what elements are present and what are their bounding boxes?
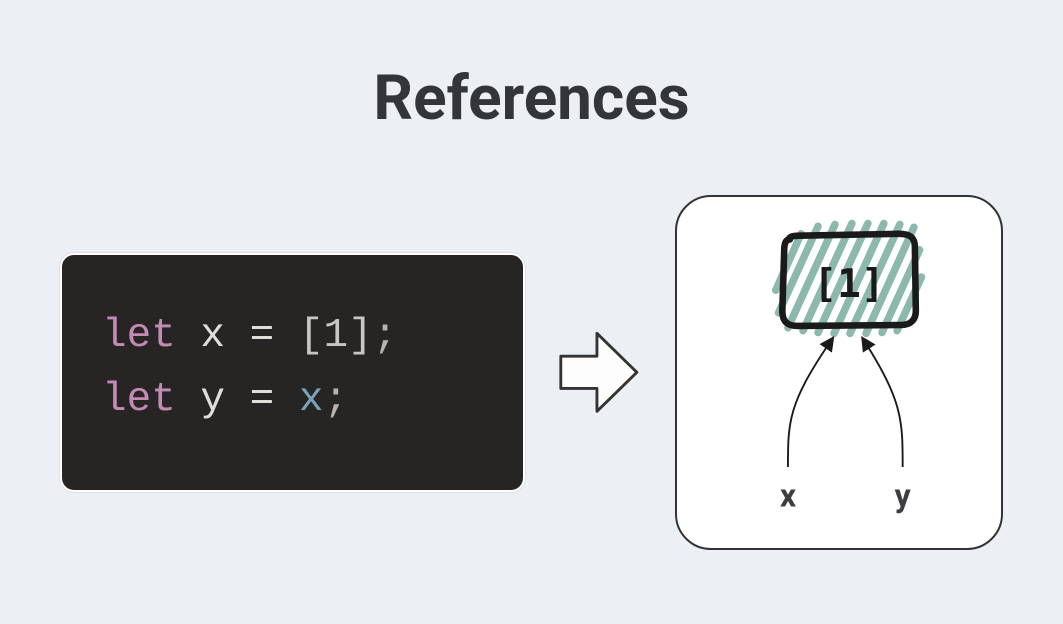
var-label-y: y — [894, 476, 911, 514]
code-semicolon: ; — [323, 377, 348, 423]
code-reference: x — [299, 377, 324, 423]
memory-diagram: [1] x y — [675, 195, 1003, 550]
var-label-x: x — [779, 476, 796, 514]
code-semicolon: ; — [373, 313, 398, 359]
arrow-y-to-box — [863, 339, 902, 467]
slide: References let x = [1]; let y = x; — [0, 0, 1063, 624]
code-open-bracket: [ — [299, 313, 324, 359]
code-var-y: y — [200, 377, 225, 423]
page-title: References — [373, 62, 689, 135]
keyword-let: let — [102, 313, 176, 359]
box-content: [1] — [813, 261, 884, 307]
code-var-x: x — [200, 313, 225, 359]
code-number: 1 — [323, 313, 348, 359]
arrow-icon — [557, 318, 643, 428]
keyword-let: let — [102, 377, 176, 423]
code-block: let x = [1]; let y = x; — [102, 305, 483, 432]
code-panel: let x = [1]; let y = x; — [60, 253, 525, 492]
code-close-bracket: ] — [348, 313, 373, 359]
content-row: let x = [1]; let y = x; — [60, 195, 1003, 550]
arrow-x-to-box — [788, 339, 832, 467]
code-equals: = — [250, 377, 275, 423]
code-equals: = — [250, 313, 275, 359]
